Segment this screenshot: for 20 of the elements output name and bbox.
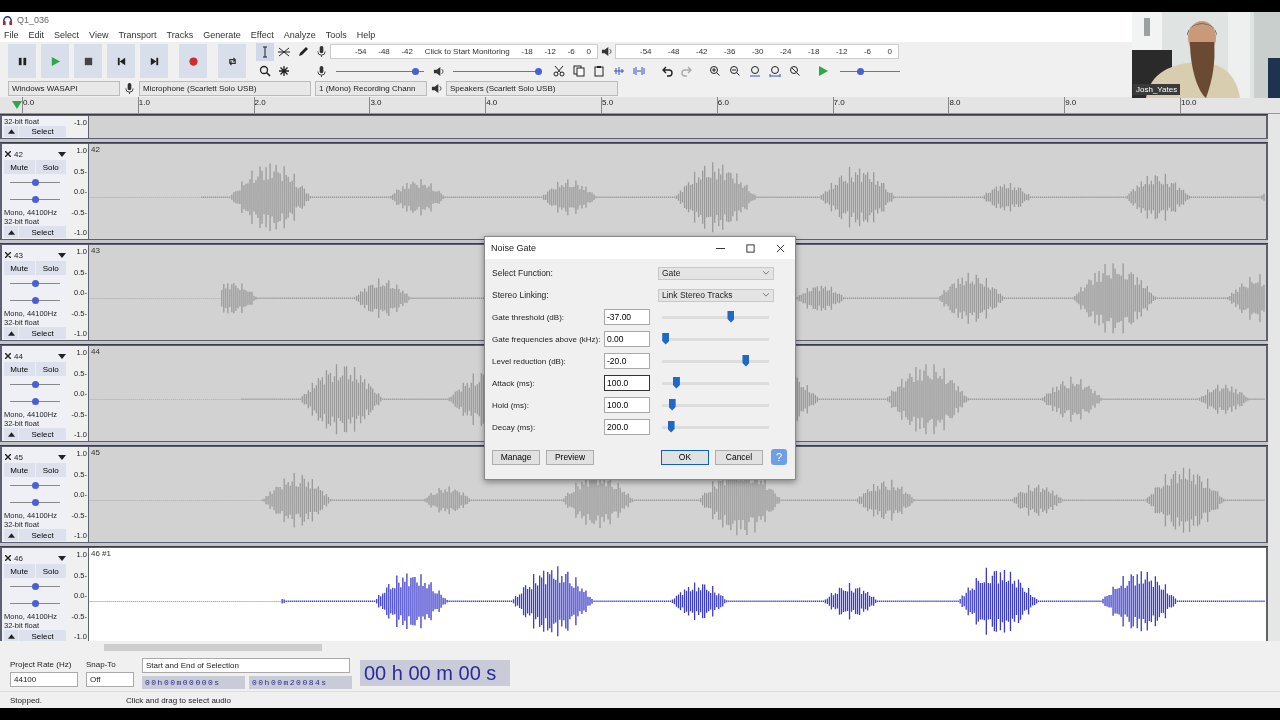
dialog-title: Noise Gate xyxy=(491,243,538,253)
field-label: Project Rate (Hz) xyxy=(10,659,73,669)
window-title: Q1_036 xyxy=(17,15,50,25)
clip-name: 43 xyxy=(91,246,100,255)
clip-name: 45 xyxy=(91,448,100,457)
field-label: Attack (ms): xyxy=(492,378,536,388)
status-text: Stopped. xyxy=(9,695,44,705)
clip-name: 42 xyxy=(91,145,100,154)
field-label: Stereo Linking: xyxy=(492,290,550,300)
clip-name: 46 #1 xyxy=(91,549,112,558)
participant-name: Josh_Yates xyxy=(1133,84,1181,95)
clip-name: 44 xyxy=(91,347,100,356)
field-label: Gate threshold (dB): xyxy=(492,312,566,322)
field-label: Snap-To xyxy=(86,659,117,669)
field-label: Decay (ms): xyxy=(492,422,537,432)
field-label: Hold (ms): xyxy=(492,400,530,410)
status-hint: Click and drag to select audio xyxy=(126,695,231,705)
field-label: Select Function: xyxy=(492,268,554,278)
audio-position-display: 00 h 00 m 00 s xyxy=(360,660,510,686)
field-label: Level reduction (dB): xyxy=(492,356,567,366)
